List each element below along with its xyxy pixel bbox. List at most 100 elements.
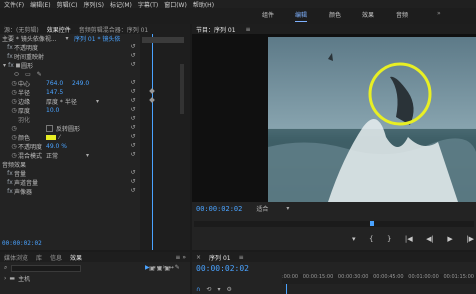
effect-controls-timecode[interactable]: 00:00:02:02 bbox=[2, 240, 42, 247]
fx-icon: fx bbox=[7, 179, 13, 186]
chevron-down-icon[interactable]: ▾ bbox=[64, 35, 70, 42]
invert-checkbox[interactable] bbox=[46, 125, 53, 132]
program-title[interactable]: 节目：序列 01 bbox=[196, 25, 236, 34]
stopwatch-icon[interactable]: ◷ bbox=[10, 98, 18, 105]
reset-icon[interactable]: ↺ bbox=[129, 106, 137, 115]
pen-mask-icon[interactable]: ✎ bbox=[37, 71, 42, 78]
radius-value[interactable]: 147.5 bbox=[46, 89, 63, 96]
volume-label: 音量 bbox=[14, 171, 27, 178]
program-timecode[interactable]: 00:00:02:02 bbox=[196, 205, 242, 213]
thickness-value[interactable]: 10.0 bbox=[46, 107, 59, 114]
step-back-icon[interactable]: ◀| bbox=[426, 235, 434, 243]
reset-icon[interactable]: ↺ bbox=[129, 133, 137, 142]
play-icon[interactable]: ▶ bbox=[447, 235, 452, 243]
tab-effects[interactable]: 效果 bbox=[70, 253, 82, 262]
program-viewer[interactable] bbox=[192, 34, 476, 202]
tab-info[interactable]: 信息 bbox=[50, 253, 62, 262]
stopwatch-icon[interactable]: ◷ bbox=[10, 143, 18, 150]
chevron-down-icon[interactable]: ▾ bbox=[96, 98, 99, 105]
panel-menu-icon[interactable]: ≡ » bbox=[175, 254, 186, 261]
reset-icon[interactable]: ↺ bbox=[129, 115, 137, 124]
effects-search-input[interactable] bbox=[11, 264, 82, 272]
marker-icon[interactable]: ▾ bbox=[352, 235, 356, 243]
workspace-edit[interactable]: 编辑 bbox=[295, 10, 308, 22]
keyframe-icon[interactable] bbox=[149, 97, 155, 103]
stopwatch-icon[interactable]: ◷ bbox=[10, 134, 18, 141]
chevron-down-icon[interactable]: ▾ bbox=[86, 152, 89, 159]
step-forward-icon[interactable]: |▶ bbox=[466, 235, 474, 243]
timeline-playhead[interactable] bbox=[286, 284, 287, 294]
center-y-value[interactable]: 249.0 bbox=[72, 80, 89, 87]
stopwatch-icon[interactable]: ◷ bbox=[10, 80, 18, 87]
workspace-color[interactable]: 颜色 bbox=[329, 10, 341, 22]
blend-dropdown[interactable]: 正常 bbox=[46, 151, 86, 160]
panel-menu-icon[interactable]: ≡ bbox=[239, 254, 244, 261]
reset-icon[interactable]: ↺ bbox=[129, 97, 137, 106]
stopwatch-icon[interactable]: ◷ bbox=[10, 107, 18, 114]
menu: 文件(F) 编辑(E) 剪辑(C) 序列(S) 标记(M) 字幕(T) 窗口(W… bbox=[0, 0, 214, 9]
tab-audio-mixer[interactable]: 音频剪辑混合器：序列 01 bbox=[79, 25, 149, 34]
reset-icon[interactable]: ↺ bbox=[129, 79, 137, 88]
timeline-ruler[interactable]: :00:00 00:00:15:00 00:00:30:00 00:00:45:… bbox=[282, 274, 476, 284]
stopwatch-icon[interactable]: ◷ bbox=[10, 125, 18, 132]
panel-menu-icon[interactable]: ≡ bbox=[246, 26, 251, 33]
stopwatch-icon[interactable]: ◷ bbox=[10, 152, 18, 159]
opacity2-value[interactable]: 49.0 % bbox=[46, 143, 67, 150]
more-icon[interactable]: » bbox=[437, 10, 441, 22]
stopwatch-icon[interactable]: ◷ bbox=[10, 89, 18, 96]
chevron-down-icon[interactable]: ▾ bbox=[286, 205, 289, 212]
workspace-assembly[interactable]: 组件 bbox=[262, 10, 274, 22]
keyframe-icon[interactable] bbox=[149, 88, 155, 94]
add-marker-icon[interactable]: ▾ bbox=[217, 286, 220, 294]
timeline-title[interactable]: 序列 01 bbox=[209, 253, 231, 262]
effect-controls-timeline[interactable] bbox=[140, 34, 190, 250]
reset-icon[interactable]: ↺ bbox=[129, 142, 137, 151]
reset-icon[interactable]: ↺ bbox=[129, 178, 137, 187]
slip-icon[interactable]: ↔ bbox=[169, 264, 174, 292]
tab-media-browser[interactable]: 媒体浏览 bbox=[4, 253, 28, 262]
reset-icon[interactable]: ↺ bbox=[129, 169, 137, 178]
workspace-audio[interactable]: 音频 bbox=[396, 10, 408, 22]
scrubber-playhead[interactable] bbox=[370, 221, 374, 226]
mark-out-icon[interactable]: } bbox=[387, 235, 391, 243]
razor-icon[interactable]: ✂ bbox=[163, 264, 168, 292]
reset-icon[interactable]: ↺ bbox=[129, 61, 137, 70]
fx-icon: fx bbox=[7, 53, 13, 60]
tab-libraries[interactable]: 库 bbox=[36, 253, 42, 262]
scrollbar[interactable] bbox=[180, 64, 184, 114]
workspace-effects[interactable]: 效果 bbox=[362, 10, 374, 22]
close-icon[interactable]: × bbox=[196, 254, 201, 261]
reset-icon[interactable]: ↺ bbox=[129, 124, 137, 133]
reset-icon[interactable]: ↺ bbox=[129, 43, 137, 52]
selection-tool-icon[interactable]: ▶ bbox=[145, 264, 150, 292]
mark-in-icon[interactable]: { bbox=[369, 235, 373, 243]
playhead[interactable] bbox=[152, 34, 153, 250]
chevron-right-icon[interactable]: › bbox=[4, 275, 6, 282]
track-select-icon[interactable]: ⇥ bbox=[151, 264, 156, 292]
rect-mask-icon[interactable]: ▭ bbox=[25, 71, 31, 78]
settings-icon[interactable]: ⚙ bbox=[226, 286, 231, 294]
sequence-selector[interactable]: 序列 01 * 镜头依 bbox=[74, 34, 120, 43]
ellipse-mask-icon[interactable]: ⬭ bbox=[14, 71, 19, 79]
color-swatch[interactable] bbox=[46, 135, 56, 140]
tree-item-label: 主机 bbox=[18, 276, 31, 283]
snap-icon[interactable]: ∩ bbox=[196, 286, 200, 294]
invert-circle-label: 反转圆形 bbox=[56, 126, 81, 133]
fit-dropdown[interactable]: 适合 bbox=[256, 204, 286, 213]
ripple-edit-icon[interactable]: ⇹ bbox=[157, 264, 162, 292]
tab-source[interactable]: 源：(无剪辑) bbox=[4, 25, 39, 34]
reset-icon[interactable]: ↺ bbox=[129, 187, 137, 196]
program-scrubber[interactable] bbox=[194, 221, 474, 227]
tab-effect-controls[interactable]: 效果控件 bbox=[47, 25, 71, 34]
go-to-in-icon[interactable]: |◀ bbox=[405, 235, 413, 243]
reset-icon[interactable]: ↺ bbox=[129, 88, 137, 97]
edge-dropdown[interactable]: 厚度 * 半径 bbox=[46, 97, 96, 106]
pen-icon[interactable]: ✎ bbox=[175, 264, 180, 292]
eyedropper-icon[interactable]: ⁄ bbox=[59, 134, 60, 141]
linked-selection-icon[interactable]: ⟲ bbox=[206, 286, 211, 294]
center-x-value[interactable]: 764.0 bbox=[46, 80, 72, 87]
timeline-timecode[interactable]: 00:00:02:02 bbox=[196, 264, 249, 273]
reset-icon[interactable]: ↺ bbox=[129, 151, 137, 160]
clip-selector[interactable]: 主要 * 镜头依像视... bbox=[2, 34, 64, 43]
reset-icon[interactable]: ↺ bbox=[129, 52, 137, 61]
